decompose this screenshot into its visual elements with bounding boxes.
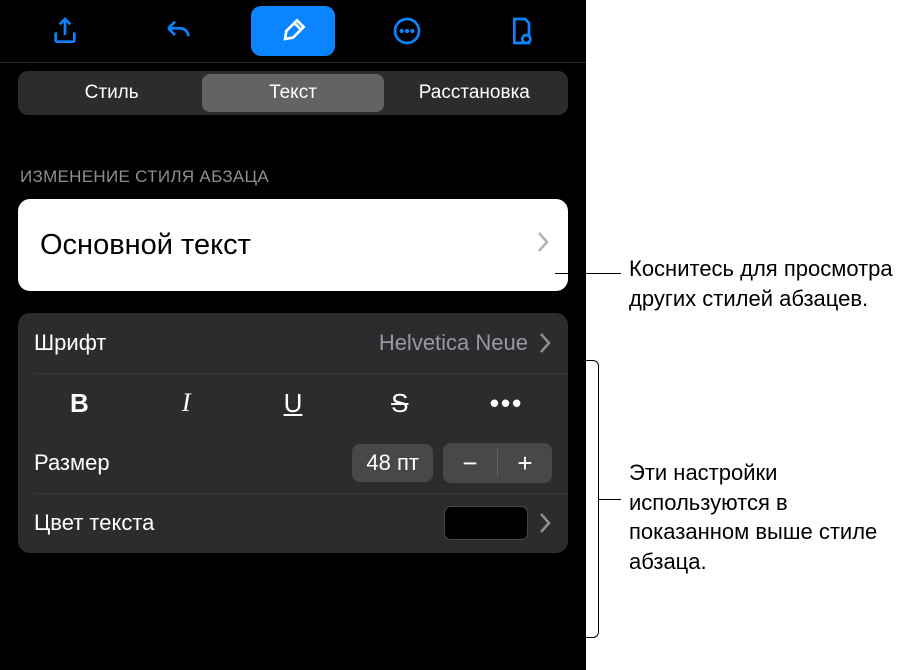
- size-value[interactable]: 48 пт: [352, 444, 433, 482]
- chevron-right-icon: [538, 331, 552, 355]
- callout-bracket: [585, 360, 599, 638]
- section-label: ИЗМЕНЕНИЕ СТИЛЯ АБЗАЦА: [20, 167, 568, 187]
- tab-text[interactable]: Текст: [202, 74, 383, 112]
- paragraph-style-row[interactable]: Основной текст: [18, 199, 568, 291]
- callout-leader: [599, 499, 621, 500]
- share-icon: [49, 15, 81, 47]
- size-row: Размер 48 пт − +: [18, 433, 568, 493]
- text-properties: Шрифт Helvetica Neue B I U S ••• Размер …: [18, 313, 568, 553]
- callout-settings: Эти настройки используются в показанном …: [629, 458, 909, 577]
- format-buttons-row: B I U S •••: [18, 373, 568, 433]
- bold-button[interactable]: B: [26, 373, 133, 433]
- callout-paragraph-styles: Коснитесь для просмотра других стилей аб…: [629, 254, 899, 313]
- font-label: Шрифт: [34, 330, 106, 356]
- paintbrush-icon: [277, 15, 309, 47]
- format-button[interactable]: [251, 6, 335, 56]
- text-color-swatch[interactable]: [444, 506, 528, 540]
- chevron-right-icon: [536, 229, 550, 262]
- document-options-button[interactable]: [479, 6, 563, 56]
- inspector-tabs: Стиль Текст Расстановка: [18, 71, 568, 115]
- callout-leader: [555, 273, 621, 274]
- insert-button[interactable]: [365, 6, 449, 56]
- more-circle-icon: [391, 15, 423, 47]
- size-increase-button[interactable]: +: [498, 443, 552, 483]
- document-options-icon: [505, 15, 537, 47]
- format-panel: Стиль Текст Расстановка ИЗМЕНЕНИЕ СТИЛЯ …: [0, 0, 586, 670]
- font-row[interactable]: Шрифт Helvetica Neue: [18, 313, 568, 373]
- underline-button[interactable]: U: [240, 373, 347, 433]
- undo-icon: [163, 15, 195, 47]
- text-panel: ИЗМЕНЕНИЕ СТИЛЯ АБЗАЦА Основной текст Шр…: [0, 115, 586, 553]
- size-stepper: − +: [443, 443, 552, 483]
- italic-button[interactable]: I: [133, 373, 240, 433]
- text-color-row[interactable]: Цвет текста: [18, 493, 568, 553]
- size-decrease-button[interactable]: −: [443, 443, 497, 483]
- chevron-right-icon: [538, 511, 552, 535]
- toolbar-divider: [0, 62, 586, 63]
- share-button[interactable]: [23, 6, 107, 56]
- tab-arrange[interactable]: Расстановка: [384, 74, 565, 112]
- more-formatting-button[interactable]: •••: [453, 373, 560, 433]
- undo-button[interactable]: [137, 6, 221, 56]
- size-label: Размер: [34, 450, 110, 476]
- app-toolbar: [0, 0, 586, 62]
- font-value: Helvetica Neue: [379, 330, 528, 356]
- paragraph-style-name: Основной текст: [40, 229, 251, 262]
- tab-style[interactable]: Стиль: [21, 74, 202, 112]
- text-color-label: Цвет текста: [34, 510, 154, 536]
- strikethrough-button[interactable]: S: [346, 373, 453, 433]
